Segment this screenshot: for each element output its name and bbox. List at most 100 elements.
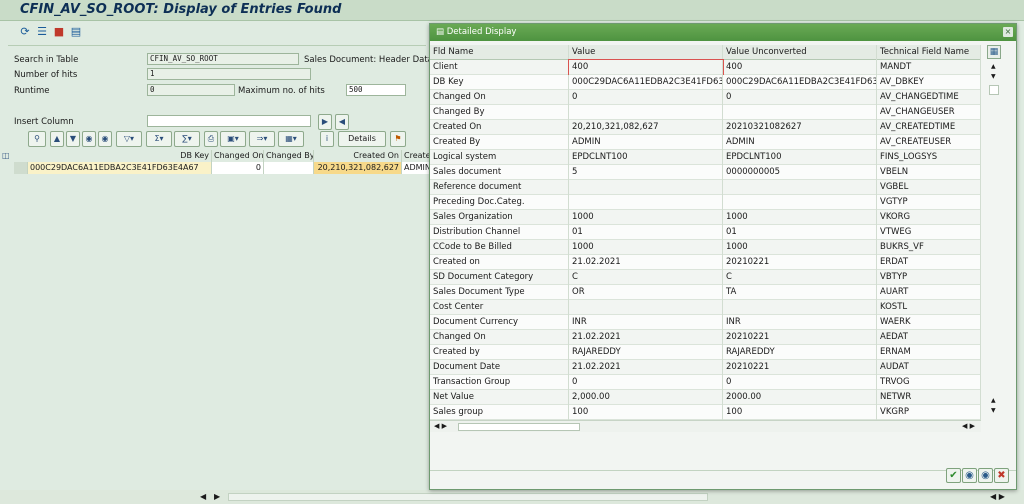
detail-field-name[interactable]: Created on [430,255,569,270]
scroll-thumb[interactable] [989,85,999,95]
detail-field-name[interactable]: Sales Organization [430,210,569,225]
column-header-field-name[interactable]: Fld Name [430,45,569,60]
detail-value[interactable]: 000C29DAC6A11EDBA2C3E41FD63E4... [569,75,723,90]
column-header-db-key[interactable]: DB Key [28,150,212,162]
detail-technical-name[interactable]: TRVOG [877,375,981,390]
detail-technical-name[interactable]: VTWEG [877,225,981,240]
detail-value[interactable]: 1000 [569,240,723,255]
detail-field-name[interactable]: Document Date [430,360,569,375]
detail-field-name[interactable]: Document Currency [430,315,569,330]
detail-value[interactable]: 0 [569,90,723,105]
detail-value-unconverted[interactable]: 2000.00 [723,390,877,405]
navigate-icon[interactable]: ⚑ [390,131,406,147]
detail-technical-name[interactable]: VGBEL [877,180,981,195]
detail-field-name[interactable]: Created by [430,345,569,360]
detail-technical-name[interactable]: VGTYP [877,195,981,210]
find-icon[interactable]: ◉ [962,468,977,483]
detail-row[interactable]: Created by RAJAREDDY RAJAREDDY ERNAM [430,345,981,360]
detail-value[interactable]: EPDCLNT100 [569,150,723,165]
detail-value[interactable]: 1000 [569,210,723,225]
find-next-icon[interactable]: ◉ [978,468,993,483]
max-hits-input[interactable]: 500 [346,84,406,96]
find-next-icon[interactable]: ◉ [98,131,112,147]
detail-technical-name[interactable]: AV_CREATEUSER [877,135,981,150]
detail-value-unconverted[interactable]: 400 [723,60,877,75]
detail-row[interactable]: Transaction Group 0 0 TRVOG [430,375,981,390]
detail-row[interactable]: Document Date 21.02.2021 20210221 AUDAT [430,360,981,375]
detail-value[interactable] [569,105,723,120]
subtotal-dropdown-icon[interactable]: ∑▾ [174,131,200,147]
detail-row[interactable]: Sales group 100 100 VKGRP [430,405,981,420]
detail-row[interactable]: Logical system EPDCLNT100 EPDCLNT100 FINS_L… [430,150,981,165]
detail-technical-name[interactable]: NETWR [877,390,981,405]
detail-value-unconverted[interactable]: 20210221 [723,255,877,270]
detail-row[interactable]: DB Key000C29DAC6A11EDBA2C3E41FD63E4...00… [430,75,981,90]
detail-technical-name[interactable]: AEDAT [877,330,981,345]
detail-field-name[interactable]: Reference document [430,180,569,195]
detail-value-unconverted[interactable]: 0 [723,90,877,105]
detail-row[interactable]: Distribution Channel 01 01 VTWEG [430,225,981,240]
detail-field-name[interactable]: Logical system [430,150,569,165]
detail-row[interactable]: Preceding Doc.Categ. VGTYP [430,195,981,210]
settings-icon[interactable]: ■ [52,25,66,39]
detail-technical-name[interactable]: VBELN [877,165,981,180]
scroll-up-bottom-icon[interactable]: ▲ [991,397,996,404]
export-dropdown-icon[interactable]: ⇒▾ [249,131,275,147]
details-button[interactable]: Details [338,131,386,147]
scroll-left-icon[interactable]: ◀ [200,492,206,501]
detail-value-unconverted[interactable] [723,105,877,120]
cell-created-on[interactable]: 20,210,321,082,627 [314,162,402,174]
detail-value-unconverted[interactable]: TA [723,285,877,300]
detail-technical-name[interactable]: AV_CHANGEDTIME [877,90,981,105]
scroll-down-bottom-icon[interactable]: ▼ [991,407,996,414]
detail-value-unconverted[interactable]: 100 [723,405,877,420]
confirm-icon[interactable]: ✔ [946,468,961,483]
detail-horizontal-scrollbar[interactable]: ◀ ▶ ◀ ▶ [430,420,981,432]
column-settings-icon[interactable]: ▦ [987,45,1001,59]
detail-value[interactable] [569,300,723,315]
detail-value-unconverted[interactable]: 0 [723,375,877,390]
scroll-down-icon[interactable]: ▼ [991,73,996,80]
detail-technical-name[interactable]: AUDAT [877,360,981,375]
detail-value[interactable]: 400 [568,59,724,76]
detail-field-name[interactable]: Changed By [430,105,569,120]
detail-field-name[interactable]: Net Value [430,390,569,405]
detail-row[interactable]: Document Currency INR INR WAERK [430,315,981,330]
detail-row[interactable]: Sales Document Type OR TA AUART [430,285,981,300]
detail-technical-name[interactable]: VBTYP [877,270,981,285]
scroll-left-icon[interactable]: ◀ ▶ [434,422,447,430]
cell-db-key[interactable]: 000C29DAC6A11EDBA2C3E41FD63E4A67 [28,162,212,174]
detail-value-unconverted[interactable]: ADMIN [723,135,877,150]
detail-value[interactable]: ADMIN [569,135,723,150]
close-icon[interactable]: × [1003,27,1013,37]
detail-technical-name[interactable]: ERDAT [877,255,981,270]
detail-field-name[interactable]: Sales group [430,405,569,420]
detail-value-unconverted[interactable]: C [723,270,877,285]
column-header-created-on[interactable]: Created On [314,150,402,162]
column-header-changed-by[interactable]: Changed By [264,150,314,162]
detail-row[interactable]: Sales Organization 1000 1000 VKORG [430,210,981,225]
column-header-technical-name[interactable]: Technical Field Name [877,45,981,60]
detail-row[interactable]: Created By ADMIN ADMIN AV_CREATEUSER [430,135,981,150]
detail-field-name[interactable]: Distribution Channel [430,225,569,240]
detail-field-name[interactable]: Cost Center [430,300,569,315]
detail-value-unconverted[interactable]: 01 [723,225,877,240]
detail-field-name[interactable]: DB Key [430,75,569,90]
detail-field-name[interactable]: Created By [430,135,569,150]
select-all-icon[interactable]: ◫ [2,151,10,160]
row-selector[interactable] [14,162,28,174]
insert-column-input[interactable] [147,115,311,127]
detail-technical-name[interactable]: ERNAM [877,345,981,360]
detail-value-unconverted[interactable]: 20210221 [723,330,877,345]
detail-value-unconverted[interactable]: RAJAREDDY [723,345,877,360]
column-header-value-unconverted[interactable]: Value Unconverted [723,45,877,60]
list-icon[interactable]: ▤ [69,25,83,39]
sort-descending-icon[interactable]: ▼ [66,131,80,147]
detail-row[interactable]: Created on 21.02.2021 20210221 ERDAT [430,255,981,270]
column-header-changed-on[interactable]: Changed On [212,150,264,162]
detail-technical-name[interactable]: AV_DBKEY [877,75,981,90]
detail-value-unconverted[interactable]: INR [723,315,877,330]
detail-value[interactable] [569,180,723,195]
cell-changed-on[interactable]: 0 [212,162,264,174]
scroll-thumb[interactable] [228,493,708,501]
